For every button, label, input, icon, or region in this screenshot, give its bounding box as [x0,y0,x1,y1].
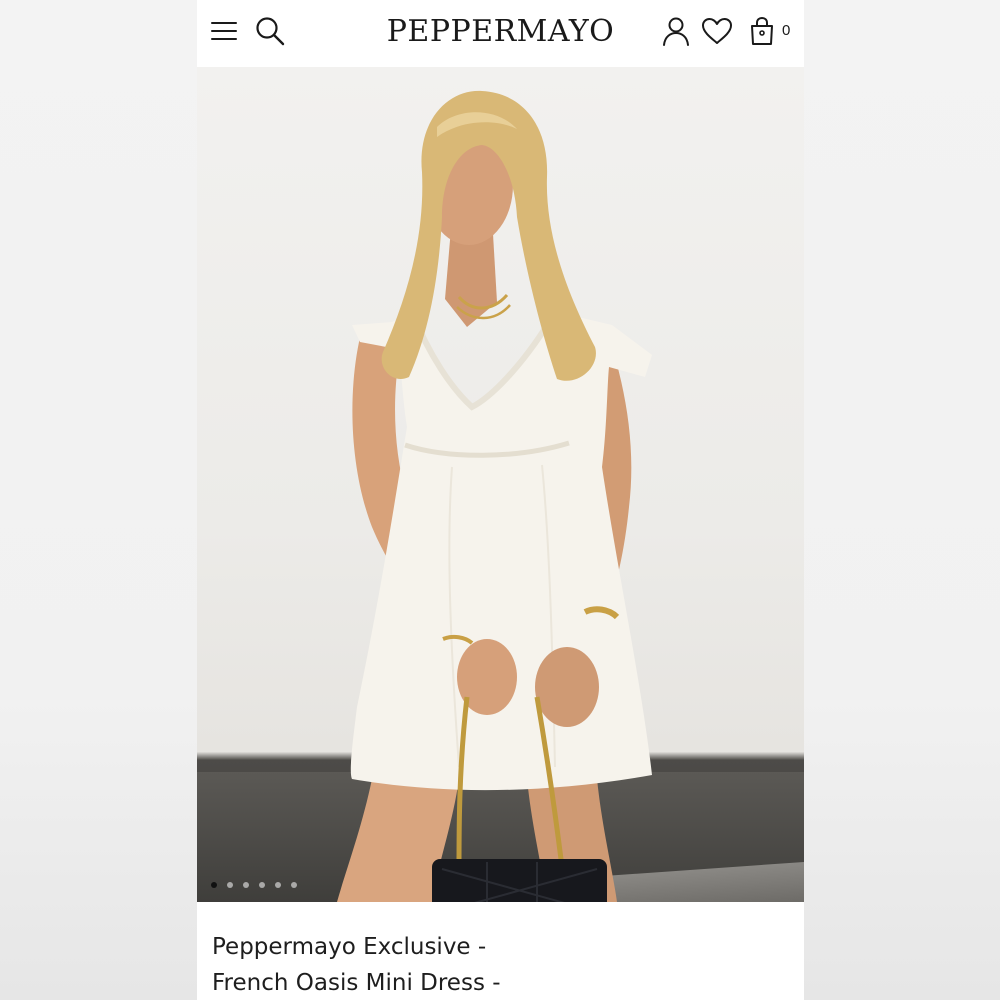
product-title-line-2: French Oasis Mini Dress - [212,970,501,996]
slide-dot[interactable] [291,882,297,888]
slide-dot[interactable] [243,882,249,888]
site-header: PEPPERMAYO 0 [197,0,804,67]
product-info: Peppermayo Exclusive - French Oasis Mini… [197,902,804,1000]
account-icon[interactable] [659,14,693,48]
mobile-product-page: PEPPERMAYO 0 Peppermayo Exclusive - Fren… [197,0,804,1000]
model-photo [337,90,652,902]
cart-count[interactable]: 0 [782,22,790,39]
product-image-gallery[interactable] [197,67,804,902]
slide-indicators[interactable] [211,882,297,888]
slide-dot[interactable] [211,882,217,888]
bag-icon[interactable] [745,14,779,48]
search-icon[interactable] [253,14,287,48]
slide-dot[interactable] [259,882,265,888]
slide-dot[interactable] [275,882,281,888]
menu-icon[interactable] [207,14,241,48]
slide-dot[interactable] [227,882,233,888]
brand-logo[interactable]: PEPPERMAYO [387,14,615,49]
product-title-line-1: Peppermayo Exclusive - [212,934,487,960]
right-backdrop [804,0,1000,1000]
wishlist-icon[interactable] [700,14,734,48]
left-backdrop [0,0,197,1000]
